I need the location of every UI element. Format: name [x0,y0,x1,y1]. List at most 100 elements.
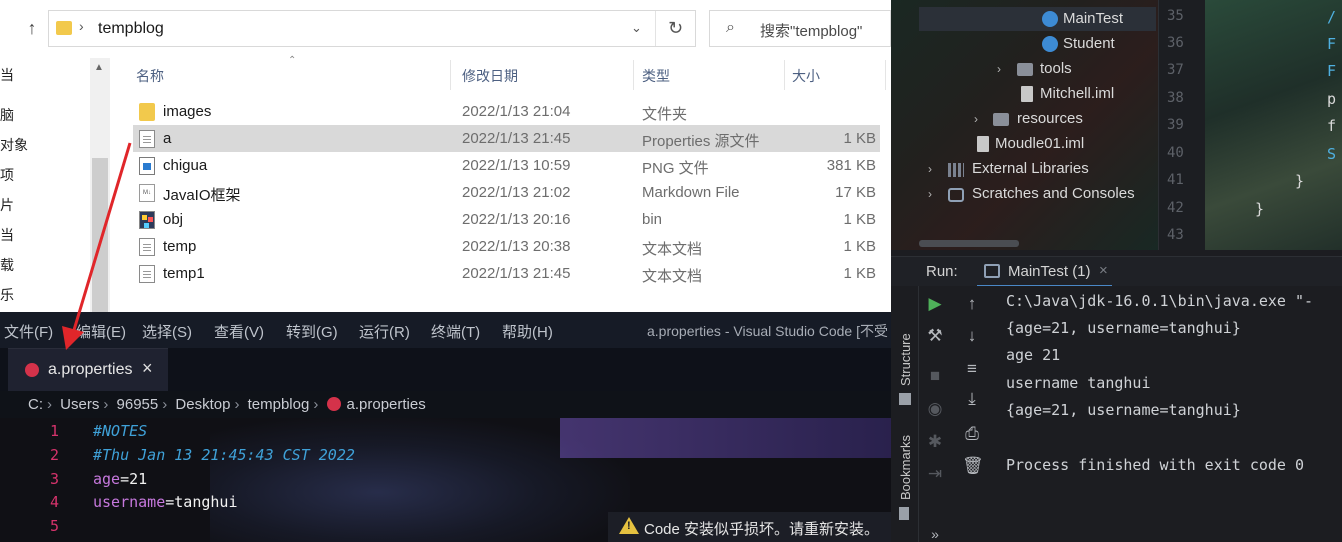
bookmarks-tool-label[interactable]: Bookmarks [898,435,913,500]
scroll-to-end-icon[interactable]: ⤓ [962,389,982,409]
soft-wrap-icon[interactable]: ≡ [962,359,982,379]
trash-icon[interactable]: 🗑 [962,456,984,476]
menu-terminal[interactable]: 终端(T) [431,321,480,342]
breadcrumb-item[interactable]: a.properties [347,396,426,413]
column-header-size[interactable]: 大小 [792,66,820,86]
tree-item-student[interactable]: Student [1063,35,1115,52]
chevron-right-icon: › [47,396,52,413]
code-fragment: f [1327,117,1337,135]
chevron-right-icon[interactable]: › [974,112,978,126]
chevron-right-icon[interactable]: › [997,62,1001,76]
tree-item-resources[interactable]: resources [1017,110,1083,127]
property-value: tanghui [174,493,238,511]
tab-a-properties[interactable]: a.properties × [8,348,168,391]
nav-item[interactable]: 载 [0,255,14,275]
breadcrumb-item[interactable]: 96955 [117,396,159,413]
property-value: 21 [129,470,148,488]
breadcrumb-item[interactable]: Desktop [175,396,230,413]
chevron-right-icon[interactable]: › [79,18,84,34]
tree-item-scratches[interactable]: Scratches and Consoles [972,185,1135,202]
tab-maintest-run[interactable]: MainTest (1) × [977,257,1117,287]
file-row[interactable]: obj 2022/1/13 20:16 bin 1 KB [133,206,880,233]
breadcrumb-item[interactable]: Users [60,396,99,413]
corrupt-install-notification[interactable]: Code 安装似乎损坏。请重新安装。 [608,512,891,542]
file-name: images [163,103,212,120]
nav-item[interactable]: 当 [0,65,14,85]
window-title: a.properties - Visual Studio Code [不受 [647,323,888,339]
chevron-down-icon[interactable]: ⌄ [631,20,642,36]
nav-item[interactable]: 当 [0,225,14,245]
horizontal-scrollbar[interactable] [919,240,1019,247]
print-icon[interactable]: ⎙ [962,424,982,444]
bookmark-icon[interactable] [899,507,909,520]
breadcrumb-item[interactable]: tempblog [248,396,310,413]
column-header-name[interactable]: 名称 [136,66,164,86]
nav-item[interactable]: 乐 [0,285,14,305]
file-date: 2022/1/13 21:04 [462,103,571,120]
tree-item-mitchell-iml[interactable]: Mitchell.iml [1040,85,1114,102]
address-path[interactable]: tempblog [98,20,164,38]
console-line: {age=21, username=tanghui} [1006,319,1241,337]
code-line[interactable]: #NOTES [93,422,147,440]
structure-icon[interactable] [899,393,911,405]
file-row[interactable]: images 2022/1/13 21:04 文件夹 [133,98,880,125]
code-line[interactable]: age=21 [93,470,147,488]
file-row-selected[interactable]: a 2022/1/13 21:45 Properties 源文件 1 KB [133,125,880,152]
file-size: 1 KB [843,265,876,282]
file-row[interactable]: chigua 2022/1/13 10:59 PNG 文件 381 KB [133,152,880,179]
code-line[interactable]: username=tanghui [93,493,238,511]
rerun-icon[interactable]: ▶ [925,294,945,314]
file-row[interactable]: temp1 2022/1/13 21:45 文本文档 1 KB [133,260,880,287]
nav-item[interactable]: 片 [0,195,14,215]
column-header-type[interactable]: 类型 [642,66,670,86]
column-divider[interactable] [784,60,785,90]
more-tools-icon[interactable]: » [925,526,945,542]
java-editor[interactable]: / F F p f S } } [1205,0,1342,250]
file-row[interactable]: temp 2022/1/13 20:38 文本文档 1 KB [133,233,880,260]
column-divider[interactable] [450,60,451,90]
wrench-icon[interactable]: ⚒ [925,326,945,346]
editor-gutter: 35 36 37 38 39 40 41 42 43 [1158,0,1205,250]
menu-edit[interactable]: 编辑(E) [76,321,126,342]
up-arrow-icon[interactable]: ↑ [962,294,982,314]
structure-tool-label[interactable]: Structure [898,333,913,386]
nav-item[interactable]: 脑 [0,105,14,125]
up-arrow-icon[interactable]: ↑ [22,18,42,40]
column-header-date[interactable]: 修改日期 [462,66,518,86]
left-tool-strip: Structure Bookmarks [891,286,919,542]
down-arrow-icon[interactable]: ↓ [962,326,982,346]
column-divider[interactable] [633,60,634,90]
settings-icon[interactable]: ✱ [925,432,945,452]
scroll-thumb[interactable] [92,158,108,312]
menu-view[interactable]: 查看(V) [214,321,264,342]
menu-go[interactable]: 转到(G) [286,321,338,342]
camera-icon[interactable]: ◉ [925,399,945,419]
chevron-right-icon[interactable]: › [928,187,932,201]
breadcrumb-item[interactable]: C: [28,396,43,413]
tree-item-external-libraries[interactable]: External Libraries [972,160,1089,177]
column-divider[interactable] [885,60,886,90]
nav-scrollbar[interactable]: ▲ [90,58,110,312]
code-line[interactable]: #Thu Jan 13 21:45:43 CST 2022 [93,446,355,464]
tree-item-tools[interactable]: tools [1040,60,1072,77]
nav-item[interactable]: 对象 [0,135,28,155]
search-input[interactable]: ⌕ 搜索"tempblog" [709,10,891,47]
menu-run[interactable]: 运行(R) [359,321,410,342]
menu-selection[interactable]: 选择(S) [142,321,192,342]
file-row[interactable]: M↓ JavaIO框架 2022/1/13 21:02 Markdown Fil… [133,179,880,206]
vscode-menubar: 文件(F) 编辑(E) 选择(S) 查看(V) 转到(G) 运行(R) 终端(T… [0,312,891,348]
exit-icon[interactable]: ⇥ [925,464,945,484]
close-icon[interactable]: × [1099,262,1108,279]
menu-file[interactable]: 文件(F) [4,321,53,342]
close-icon[interactable]: × [142,358,153,379]
tree-item-maintest[interactable]: MainTest [1063,10,1123,27]
menu-help[interactable]: 帮助(H) [502,321,553,342]
chevron-right-icon[interactable]: › [928,162,932,176]
scroll-up-icon[interactable]: ▲ [94,62,104,73]
nav-item[interactable]: 项 [0,165,14,185]
refresh-icon[interactable]: ↻ [655,11,695,46]
stop-icon[interactable]: ■ [925,366,945,386]
address-bar[interactable]: › tempblog ⌄ ↻ [48,10,696,47]
tree-item-moudle-iml[interactable]: Moudle01.iml [995,135,1084,152]
run-console-output[interactable]: C:\Java\jdk-16.0.1\bin\java.exe "- {age=… [999,286,1342,542]
